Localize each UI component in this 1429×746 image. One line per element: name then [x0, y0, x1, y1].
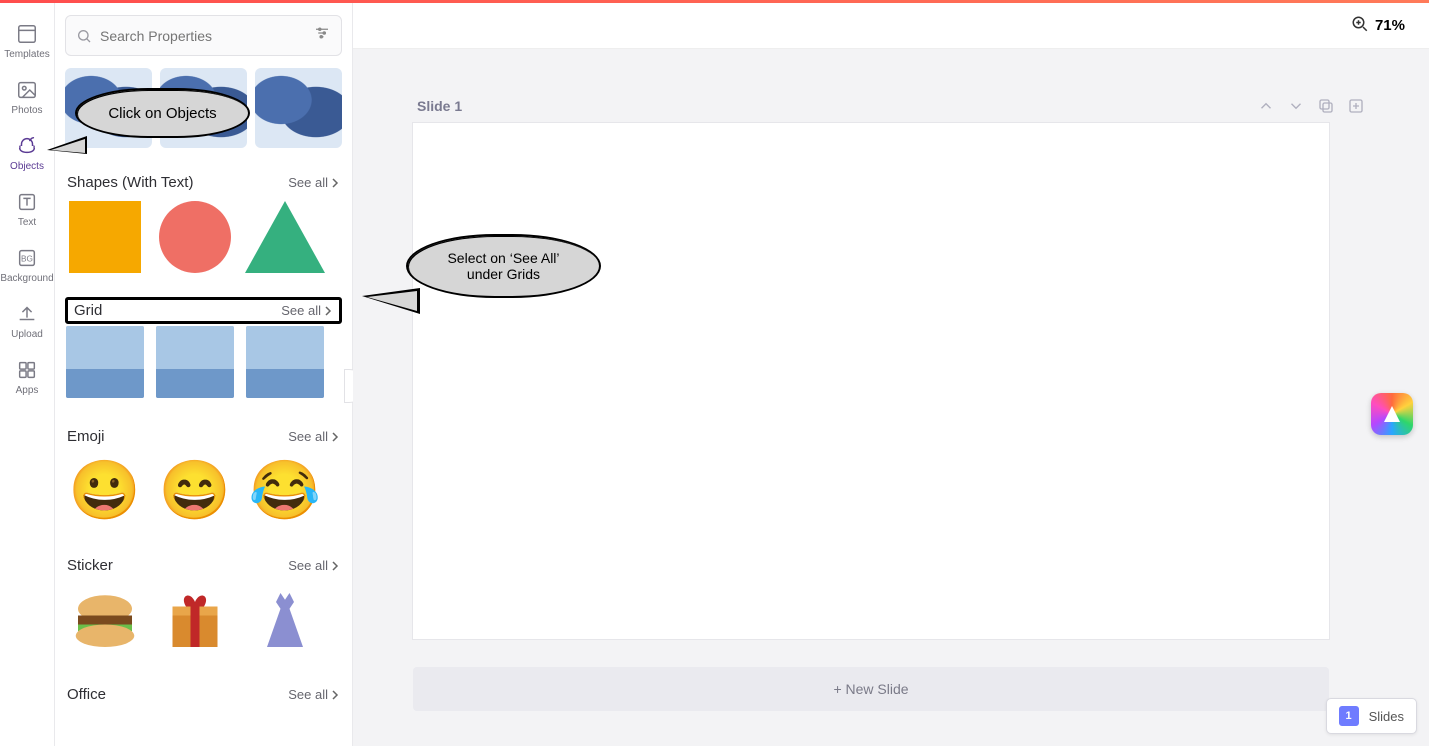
svg-text:BG: BG: [21, 255, 33, 264]
sticker-gift[interactable]: [155, 582, 235, 658]
emoji-item[interactable]: 😄: [155, 453, 235, 529]
category-header-sticker: Sticker See all: [65, 551, 342, 582]
category-header-emoji: Emoji See all: [65, 422, 342, 453]
slide-actions: [1257, 97, 1365, 115]
slide-move-up-icon[interactable]: [1257, 97, 1275, 115]
slide-canvas[interactable]: [413, 123, 1329, 639]
category-title: Shapes (With Text): [67, 174, 193, 191]
see-all-shapes[interactable]: See all: [288, 175, 340, 190]
apps-icon: [15, 358, 39, 382]
object-thumbnail[interactable]: [255, 68, 342, 148]
category-header-shapes: Shapes (With Text) See all: [65, 168, 342, 199]
zoom-in-icon[interactable]: [1351, 15, 1369, 37]
nav-apps[interactable]: Apps: [3, 351, 51, 403]
grid-layout-3[interactable]: [245, 324, 325, 400]
see-all-emoji[interactable]: See all: [288, 429, 340, 444]
slides-count: 1: [1339, 706, 1359, 726]
photos-icon: [15, 78, 39, 102]
upload-icon: [15, 302, 39, 326]
shape-circle[interactable]: [155, 199, 235, 275]
see-all-grid[interactable]: See all: [281, 303, 333, 318]
callout-text: Select on ‘See All’ under Grids: [406, 234, 601, 298]
see-all-office[interactable]: See all: [288, 687, 340, 702]
text-icon: [15, 190, 39, 214]
emoji-item[interactable]: 😀: [65, 453, 145, 529]
nav-photos[interactable]: Photos: [3, 71, 51, 123]
sticker-dress[interactable]: [245, 582, 325, 658]
slide-duplicate-icon[interactable]: [1317, 97, 1335, 115]
nav-background[interactable]: BG Background: [3, 239, 51, 291]
templates-icon: [15, 22, 39, 46]
see-all-sticker[interactable]: See all: [288, 558, 340, 573]
shape-triangle[interactable]: [245, 199, 325, 275]
nav-label: Upload: [11, 329, 43, 340]
category-header-grid: Grid See all: [65, 297, 342, 324]
nav-text[interactable]: Text: [3, 183, 51, 235]
category-header-office: Office See all: [65, 680, 342, 711]
shape-square[interactable]: [65, 199, 145, 275]
nav-label: Photos: [11, 105, 42, 116]
nav-label: Background: [0, 273, 53, 284]
slide-add-icon[interactable]: [1347, 97, 1365, 115]
nav-label: Templates: [4, 49, 50, 60]
background-icon: BG: [15, 246, 39, 270]
canvas-area: 71% Slide 1 + New Slide 1 Slides: [353, 3, 1429, 746]
grid-layout-2[interactable]: [155, 324, 235, 400]
nav-label: Objects: [10, 161, 44, 172]
slides-label: Slides: [1369, 709, 1404, 724]
filter-icon[interactable]: [313, 24, 331, 47]
category-title: Sticker: [67, 557, 113, 574]
emoji-item[interactable]: 😂: [245, 453, 325, 529]
brand-fab[interactable]: [1371, 393, 1413, 435]
category-title: Emoji: [67, 428, 105, 445]
stage-scroll[interactable]: Slide 1 + New Slide: [353, 49, 1429, 746]
slides-panel-toggle[interactable]: 1 Slides: [1326, 698, 1417, 734]
category-title: Grid: [74, 302, 102, 319]
nav-upload[interactable]: Upload: [3, 295, 51, 347]
search-input[interactable]: [100, 28, 305, 44]
search-icon: [76, 28, 92, 44]
slide-title: Slide 1: [417, 98, 462, 114]
slide-move-down-icon[interactable]: [1287, 97, 1305, 115]
zoom-bar: 71%: [353, 3, 1429, 49]
grid-layout-1[interactable]: [65, 324, 145, 400]
nav-label: Apps: [16, 385, 39, 396]
panel-scroll[interactable]: Shapes (With Text) See all Grid See all …: [55, 68, 352, 746]
left-nav-rail: Templates Photos Objects Text BG Backgro…: [0, 3, 55, 746]
sticker-burger[interactable]: [65, 582, 145, 658]
category-title: Office: [67, 686, 106, 703]
nav-label: Text: [18, 217, 36, 228]
objects-icon: [15, 134, 39, 158]
callout-see-all-grids: Select on ‘See All’ under Grids: [406, 234, 601, 298]
zoom-level[interactable]: 71%: [1375, 17, 1405, 34]
new-slide-button[interactable]: + New Slide: [413, 667, 1329, 711]
callout-text: Click on Objects: [75, 88, 250, 138]
search-properties[interactable]: [65, 15, 342, 56]
nav-objects[interactable]: Objects: [3, 127, 51, 179]
nav-templates[interactable]: Templates: [3, 15, 51, 67]
callout-click-objects: Click on Objects: [75, 88, 250, 138]
